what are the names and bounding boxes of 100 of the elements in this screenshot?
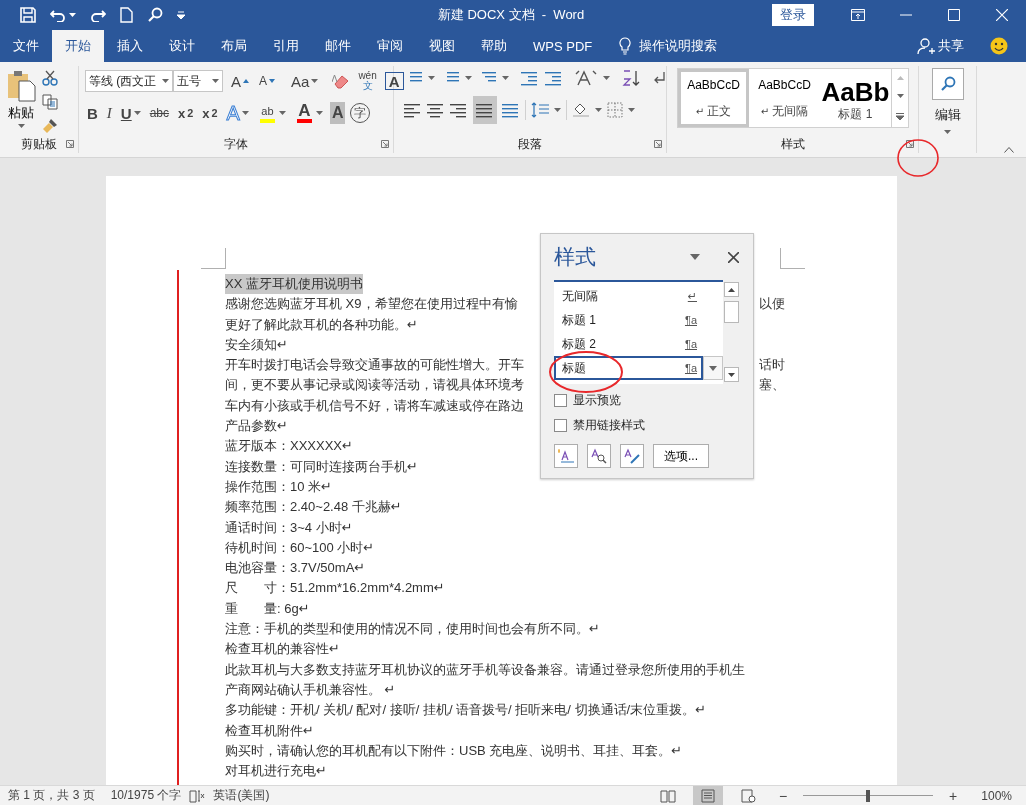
copy-icon[interactable] [42,94,58,110]
character-border-button[interactable]: A [384,72,404,90]
eraser-icon[interactable] [332,73,351,89]
caret-icon[interactable] [315,111,323,115]
search-icon[interactable] [147,7,163,23]
style-gallery-item[interactable]: AaBbCcD ↵ 正文 [678,69,749,127]
style-list-item[interactable]: 标题 ¶a [554,356,703,380]
ribbon-tab[interactable]: 插入 [104,30,156,62]
grow-font-button[interactable]: A [229,70,251,92]
ribbon-tab[interactable]: 设计 [156,30,208,62]
strikethrough-button[interactable]: abc [147,102,172,124]
checkbox[interactable] [554,419,567,432]
options-button[interactable]: 选项... [653,444,709,468]
zoom-slider-thumb[interactable] [866,789,871,802]
font-size-field[interactable]: 五号 [173,70,223,92]
tell-me-search[interactable]: 操作说明搜索 [639,37,718,55]
close-icon[interactable] [728,251,739,263]
ribbon-tab[interactable]: 开始 [52,30,104,62]
new-style-button[interactable] [554,444,578,468]
zoom-level[interactable]: 100% [973,788,1026,803]
scroll-down-icon[interactable] [896,94,904,99]
style-list-item[interactable]: 标题 1 ¶a [554,308,703,332]
redo-icon[interactable] [90,8,106,22]
scroll-thumb[interactable] [723,301,739,323]
ribbon-tab[interactable]: 引用 [260,30,312,62]
find-button[interactable] [931,68,964,100]
caret-icon[interactable] [554,108,561,112]
clipboard-icon[interactable] [6,70,36,102]
paintbrush-icon[interactable] [42,118,58,134]
dialog-launcher-icon[interactable] [66,140,74,148]
caret-icon[interactable] [133,111,141,115]
caret-icon[interactable] [603,76,610,80]
caret-icon[interactable] [162,79,169,83]
dialog-launcher-icon[interactable] [654,140,662,148]
ribbon-tab[interactable]: 审阅 [364,30,416,62]
increase-indent-icon[interactable] [545,70,563,86]
caret-icon[interactable] [944,130,951,134]
collapse-ribbon-icon[interactable] [1004,147,1014,153]
caret-icon[interactable] [628,108,635,112]
style-list-item[interactable]: 无间隔 ↵ [554,284,703,308]
proofing-icon[interactable] [189,788,206,803]
maximize-icon[interactable] [948,9,960,21]
underline-button[interactable]: U [118,102,143,124]
style-list-item[interactable]: 标题 2 ¶a [554,332,703,356]
ribbon-tab[interactable]: 布局 [208,30,260,62]
new-document-icon[interactable] [120,7,133,23]
align-center-icon[interactable] [427,102,445,118]
page-count[interactable]: 第 1 页，共 3 页 [0,787,103,804]
paste-button[interactable]: 粘贴 [8,104,34,122]
pinyin-guide-button[interactable]: wén 文 [356,71,379,91]
bold-button[interactable]: B [85,102,100,124]
align-left-icon[interactable] [404,102,422,118]
share-button[interactable]: 共享 [938,37,964,55]
sort-icon[interactable] [622,70,640,86]
style-inspector-button[interactable] [587,444,611,468]
view-button[interactable] [692,785,723,805]
zoom-in-button[interactable]: + [943,787,964,804]
caret-icon[interactable] [465,76,472,80]
font-name-field[interactable]: 等线 (西文正 [85,70,173,92]
dialog-launcher-icon[interactable] [381,140,389,148]
caret-icon[interactable] [17,124,25,128]
ribbon-tab[interactable]: 视图 [416,30,468,62]
decrease-indent-icon[interactable] [521,70,539,86]
save-icon[interactable] [20,7,36,23]
ribbon-display-icon[interactable] [851,9,865,21]
add-person-icon[interactable] [917,37,935,55]
italic-button[interactable]: I [104,102,114,124]
caret-icon[interactable] [428,76,435,80]
text-direction-icon[interactable] [575,70,597,86]
caret-icon[interactable] [690,254,700,260]
smiley-icon[interactable] [990,37,1008,55]
cut-icon[interactable] [42,70,58,86]
character-shading-button[interactable]: A [329,102,346,124]
align-right-icon[interactable] [450,102,468,118]
style-dropdown-button[interactable] [703,356,723,380]
scroll-up-button[interactable] [723,282,739,297]
caret-icon[interactable] [502,76,509,80]
checkbox[interactable] [554,394,567,407]
caret-icon[interactable] [69,13,76,17]
distributed-icon[interactable] [502,102,520,118]
caret-icon[interactable] [212,79,219,83]
lightbulb-icon[interactable] [619,37,632,55]
scroll-down-button[interactable] [723,367,739,382]
zoom-out-button[interactable]: − [772,787,794,804]
justify-icon[interactable] [476,102,494,118]
shrink-font-button[interactable]: A [257,70,278,92]
login-button[interactable]: 登录 [772,4,814,26]
caret-icon[interactable] [241,111,249,115]
caret-icon[interactable] [595,108,602,112]
word-count[interactable]: 10/1975 个字 [102,787,190,804]
more-styles-icon[interactable] [896,112,904,120]
paint-bucket-icon[interactable] [572,102,590,118]
highlight-button[interactable]: ab [255,102,288,124]
ribbon-tab[interactable]: 邮件 [312,30,364,62]
caret-icon[interactable] [311,79,319,83]
ribbon-tab[interactable]: 帮助 [468,30,520,62]
ribbon-tab[interactable]: 文件 [0,30,52,62]
language-status[interactable]: 英语(美国) [205,787,278,804]
manage-styles-button[interactable] [620,444,644,468]
font-color-button[interactable]: A [292,102,325,124]
